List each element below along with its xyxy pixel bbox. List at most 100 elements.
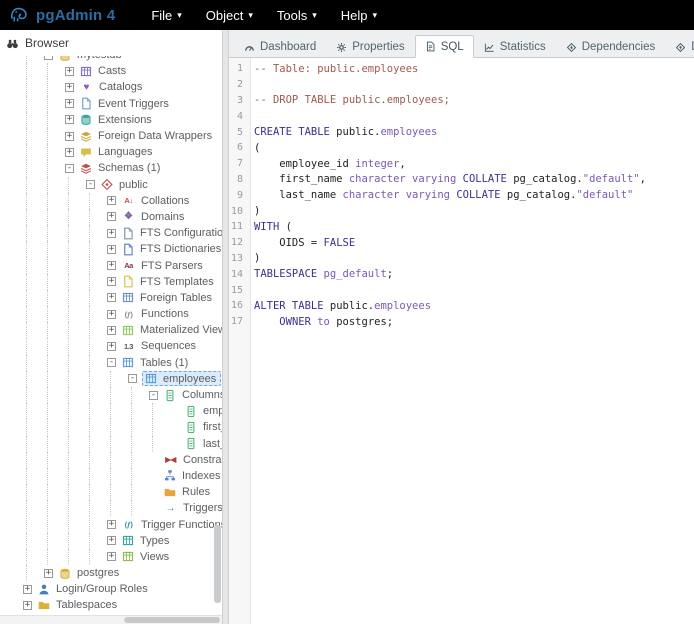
collapse-icon[interactable]: - xyxy=(65,164,74,173)
tree-item-trigger-functions[interactable]: +(ƒ)Trigger Functions xyxy=(0,516,222,532)
tree-item-tablespaces[interactable]: +Tablespaces xyxy=(0,597,222,613)
tree-horizontal-scrollbar-thumb[interactable] xyxy=(124,617,220,623)
dependencies-icon xyxy=(566,42,577,53)
menu-help[interactable]: Help▾ xyxy=(331,3,387,28)
tree-item-foreign-data-wrappers[interactable]: + Foreign Data Wrappers xyxy=(0,128,222,144)
tree-item-fts-configurations[interactable]: +FTS Configurations xyxy=(0,225,222,241)
expand-icon[interactable]: + xyxy=(107,326,116,335)
sql-code-editor[interactable]: 1-- Table: public.employees23-- DROP TAB… xyxy=(229,58,694,624)
tree-item-types[interactable]: +Types xyxy=(0,533,222,549)
tree-indent-guide xyxy=(47,419,63,435)
expand-icon[interactable]: + xyxy=(107,245,116,254)
tree-item-schemas-1[interactable]: -Schemas (1) xyxy=(0,160,222,176)
tab-dependents[interactable]: Dependents xyxy=(665,35,694,58)
collapse-icon[interactable]: - xyxy=(44,56,53,60)
tree-horizontal-scrollbar[interactable] xyxy=(0,615,222,624)
tree-vertical-scrollbar[interactable] xyxy=(214,82,221,605)
collapse-icon[interactable]: - xyxy=(107,358,116,367)
expand-icon[interactable]: + xyxy=(107,196,116,205)
tab-dashboard[interactable]: Dashboard xyxy=(234,35,326,58)
tree-indent-guide xyxy=(26,193,42,209)
tree-indent-guide xyxy=(68,274,84,290)
tree-item-collations[interactable]: +A↓Collations xyxy=(0,193,222,209)
tree-indent-guide xyxy=(131,452,147,468)
tree-item-views[interactable]: +Views xyxy=(0,549,222,565)
expand-icon[interactable]: + xyxy=(107,342,116,351)
tree-item-indexes[interactable]: Indexes xyxy=(0,468,222,484)
tree-item-employee-id[interactable]: employee_id xyxy=(0,403,222,419)
tree-item-rules[interactable]: Rules xyxy=(0,484,222,500)
expand-icon[interactable]: + xyxy=(107,293,116,302)
tree-indent-guide xyxy=(68,387,84,403)
expand-icon[interactable]: + xyxy=(107,229,116,238)
expand-icon[interactable]: + xyxy=(107,536,116,545)
collapse-icon[interactable]: - xyxy=(149,391,158,400)
tree-item-event-triggers[interactable]: +Event Triggers xyxy=(0,96,222,112)
expand-icon[interactable]: + xyxy=(65,132,74,141)
expand-icon[interactable]: + xyxy=(44,569,53,578)
collapse-icon[interactable]: - xyxy=(86,180,95,189)
expand-icon[interactable]: + xyxy=(65,148,74,157)
expand-icon[interactable]: + xyxy=(107,520,116,529)
expand-icon[interactable]: + xyxy=(65,115,74,124)
pgadmin-window: pgAdmin 4 File▾Object▾Tools▾Help▾ Browse… xyxy=(0,0,694,624)
tree-item-functions[interactable]: +(ƒ)Functions xyxy=(0,306,222,322)
tree-item-constraints[interactable]: ▶◀Constraints xyxy=(0,452,222,468)
tab-dependencies[interactable]: Dependencies xyxy=(556,35,666,58)
tree-indent-guide xyxy=(47,144,63,160)
menu-file[interactable]: File▾ xyxy=(141,3,191,28)
tree-item-first-name[interactable]: first_name xyxy=(0,419,222,435)
expand-icon[interactable]: + xyxy=(107,212,116,221)
line-number: 16 xyxy=(229,300,248,311)
tree-item-triggers[interactable]: →Triggers xyxy=(0,500,222,516)
expand-icon[interactable]: + xyxy=(107,552,116,561)
tree-item-tables-1[interactable]: -Tables (1) xyxy=(0,355,222,371)
tree-item-domains[interactable]: +❖Domains xyxy=(0,209,222,225)
menu-tools[interactable]: Tools▾ xyxy=(267,3,327,28)
expand-icon[interactable]: + xyxy=(65,83,74,92)
tree-indent-guide xyxy=(47,533,63,549)
tree-item-foreign-tables[interactable]: +Foreign Tables xyxy=(0,290,222,306)
menu-object[interactable]: Object▾ xyxy=(196,3,263,28)
expand-icon[interactable]: + xyxy=(107,310,116,319)
sequences-icon: 1.3 xyxy=(121,340,136,353)
tab-statistics[interactable]: Statistics xyxy=(474,35,556,58)
tree-item-postgres[interactable]: +postgres xyxy=(0,565,222,581)
tree-item-label: Foreign Data Wrappers xyxy=(98,130,212,142)
tree-item-extensions[interactable]: +Extensions xyxy=(0,112,222,128)
tree-item-label: Rules xyxy=(182,486,210,498)
tree-item-catalogs[interactable]: +♥Catalogs xyxy=(0,79,222,95)
tree-item-languages[interactable]: +Languages xyxy=(0,144,222,160)
tree-item-employees[interactable]: -employees xyxy=(0,371,222,387)
panel-splitter[interactable] xyxy=(222,30,229,624)
tree-item-public[interactable]: -public xyxy=(0,177,222,193)
expand-icon[interactable]: + xyxy=(65,67,74,76)
expand-icon[interactable]: + xyxy=(107,277,116,286)
tab-sql[interactable]: SQL xyxy=(415,35,474,58)
table-icon xyxy=(144,372,158,385)
types-icon xyxy=(121,534,135,547)
selected-tree-item[interactable]: employees xyxy=(142,371,221,386)
expand-icon[interactable]: + xyxy=(107,261,116,270)
tree-item-mytestdb[interactable]: -mytestdb xyxy=(0,56,222,63)
collapse-icon[interactable]: - xyxy=(128,374,137,383)
tree-item-login-group-roles[interactable]: +Login/Group Roles xyxy=(0,581,222,597)
tree-item-fts-templates[interactable]: +FTS Templates xyxy=(0,274,222,290)
tree-indent-guide xyxy=(26,516,42,532)
tree-item-fts-dictionaries[interactable]: +FTS Dictionaries xyxy=(0,241,222,257)
tree-item-fts-parsers[interactable]: +AaFTS Parsers xyxy=(0,257,222,273)
expand-icon[interactable]: + xyxy=(23,601,32,610)
tree-vertical-scrollbar-thumb[interactable] xyxy=(214,525,221,603)
tree-indent-guide xyxy=(5,484,21,500)
expand-icon[interactable]: + xyxy=(65,99,74,108)
tab-properties[interactable]: Properties xyxy=(326,35,414,58)
tree-item-sequences[interactable]: +1.3Sequences xyxy=(0,338,222,354)
tree-indent-guide xyxy=(47,128,63,144)
tree-item-last-name[interactable]: last_name xyxy=(0,436,222,452)
tree-item-materialized-views[interactable]: +Materialized Views xyxy=(0,322,222,338)
tree-item-casts[interactable]: +Casts xyxy=(0,63,222,79)
tablespaces-icon xyxy=(37,599,51,612)
tree-item-columns-3[interactable]: -Columns (3) xyxy=(0,387,222,403)
schemas-icon xyxy=(79,162,93,175)
expand-icon[interactable]: + xyxy=(23,585,32,594)
